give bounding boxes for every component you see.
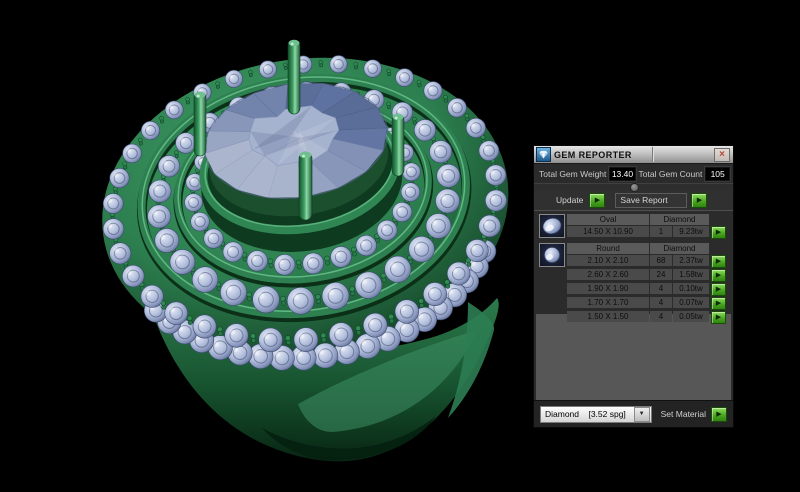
dropdown-arrow-icon[interactable]: ▼ <box>633 406 650 422</box>
row-action-button[interactable]: ▶ <box>711 311 726 324</box>
save-report-label: Save Report <box>615 192 688 208</box>
table-row: 1.50 X 1.50 4 0.05tw ▶ <box>567 311 733 324</box>
gem-count-cell: 1 <box>650 226 672 237</box>
row-action-button[interactable]: ▶ <box>711 297 726 310</box>
panel-titlebar[interactable]: GEM REPORTER × <box>534 146 733 164</box>
titlebar-divider <box>652 147 653 162</box>
set-material-run-button[interactable]: ▶ <box>711 406 727 422</box>
run-arrow-icon: ▶ <box>715 258 722 265</box>
run-arrow-icon: ▶ <box>594 196 601 204</box>
gem-group: Oval Diamond 14.50 X 10.90 1 9.23tw ▶ <box>539 214 733 239</box>
gem-group-header: Oval Diamond <box>567 214 733 225</box>
gem-weight-cell: 2.37tw <box>673 255 709 266</box>
table-row: 2.10 X 2.10 68 2.37tw ▶ <box>567 255 733 268</box>
gem-weight-cell: 0.05tw <box>673 311 709 322</box>
gem-group-header: Round Diamond <box>567 243 733 254</box>
gem-table: Oval Diamond 14.50 X 10.90 1 9.23tw ▶ Round Dia… <box>534 210 733 324</box>
run-arrow-icon: ▶ <box>696 196 703 204</box>
gem-weight-cell: 0.10tw <box>673 283 709 294</box>
gem-shape-header: Oval <box>567 214 649 225</box>
gem-group: Round Diamond 2.10 X 2.10 68 2.37tw ▶ 2.60 X 2… <box>539 243 733 324</box>
set-material-label: Set Material <box>660 409 706 419</box>
gem-count-cell: 4 <box>650 297 672 308</box>
run-arrow-icon: ▶ <box>716 410 722 418</box>
gem-count-cell: 4 <box>650 311 672 322</box>
gem-size-cell: 14.50 X 10.90 <box>567 226 649 237</box>
panel-title: GEM REPORTER <box>554 149 632 160</box>
save-report-run-button[interactable]: ▶ <box>691 192 708 208</box>
gem-shape-header: Round <box>567 243 649 254</box>
gem-size-cell: 2.60 X 2.60 <box>567 269 649 280</box>
panel-divider <box>534 183 733 192</box>
total-count-value: 105 <box>705 166 730 181</box>
gem-count-cell: 24 <box>650 269 672 280</box>
gem-material-header: Diamond <box>650 214 709 225</box>
table-row: 1.70 X 1.70 4 0.07tw ▶ <box>567 297 733 310</box>
panel-body-empty <box>536 314 731 400</box>
gem-reporter-icon <box>536 147 551 162</box>
update-label: Update <box>556 195 584 205</box>
run-arrow-icon: ▶ <box>715 272 722 279</box>
material-dropdown-value: Diamond [3.52 spg] <box>545 409 626 419</box>
run-arrow-icon: ▶ <box>715 314 722 321</box>
update-run-button[interactable]: ▶ <box>589 192 606 208</box>
row-action-button[interactable]: ▶ <box>711 269 726 282</box>
round-gem-thumb <box>539 243 565 267</box>
material-bar: Diamond [3.52 spg] ▼ Set Material ▶ <box>534 400 733 427</box>
collapse-grip[interactable] <box>629 183 639 192</box>
total-weight-value: 13.40 <box>609 166 636 181</box>
run-arrow-icon: ▶ <box>715 286 722 293</box>
gem-material-header: Diamond <box>650 243 709 254</box>
total-count-label: Total Gem Count <box>638 168 703 179</box>
table-row: 1.90 X 1.90 4 0.10tw ▶ <box>567 283 733 296</box>
row-action-button[interactable]: ▶ <box>711 283 726 296</box>
row-action-button[interactable]: ▶ <box>711 255 726 268</box>
material-dropdown[interactable]: Diamond [3.52 spg] ▼ <box>540 405 652 423</box>
gem-size-cell: 1.90 X 1.90 <box>567 283 649 294</box>
table-row: 14.50 X 10.90 1 9.23tw ▶ <box>567 226 733 239</box>
gem-weight-cell: 0.07tw <box>673 297 709 308</box>
gem-size-cell: 2.10 X 2.10 <box>567 255 649 266</box>
close-icon[interactable]: × <box>714 147 730 162</box>
totals-row: Total Gem Weight 13.40 Total Gem Count 1… <box>534 164 733 183</box>
run-arrow-icon: ▶ <box>715 229 722 236</box>
oval-gem-thumb <box>539 214 565 238</box>
row-action-button[interactable]: ▶ <box>711 226 726 239</box>
gem-count-cell: 4 <box>650 283 672 294</box>
gem-weight-cell: 9.23tw <box>673 226 709 237</box>
gem-weight-cell: 1.58tw <box>673 269 709 280</box>
gem-reporter-panel: GEM REPORTER × Total Gem Weight 13.40 To… <box>533 145 734 428</box>
gem-size-cell: 1.70 X 1.70 <box>567 297 649 308</box>
run-arrow-icon: ▶ <box>715 300 722 307</box>
table-row: 2.60 X 2.60 24 1.58tw ▶ <box>567 269 733 282</box>
gem-size-cell: 1.50 X 1.50 <box>567 311 649 322</box>
actions-row: Update ▶ Save Report ▶ <box>534 190 733 210</box>
total-weight-label: Total Gem Weight <box>539 168 607 179</box>
gem-count-cell: 68 <box>650 255 672 266</box>
